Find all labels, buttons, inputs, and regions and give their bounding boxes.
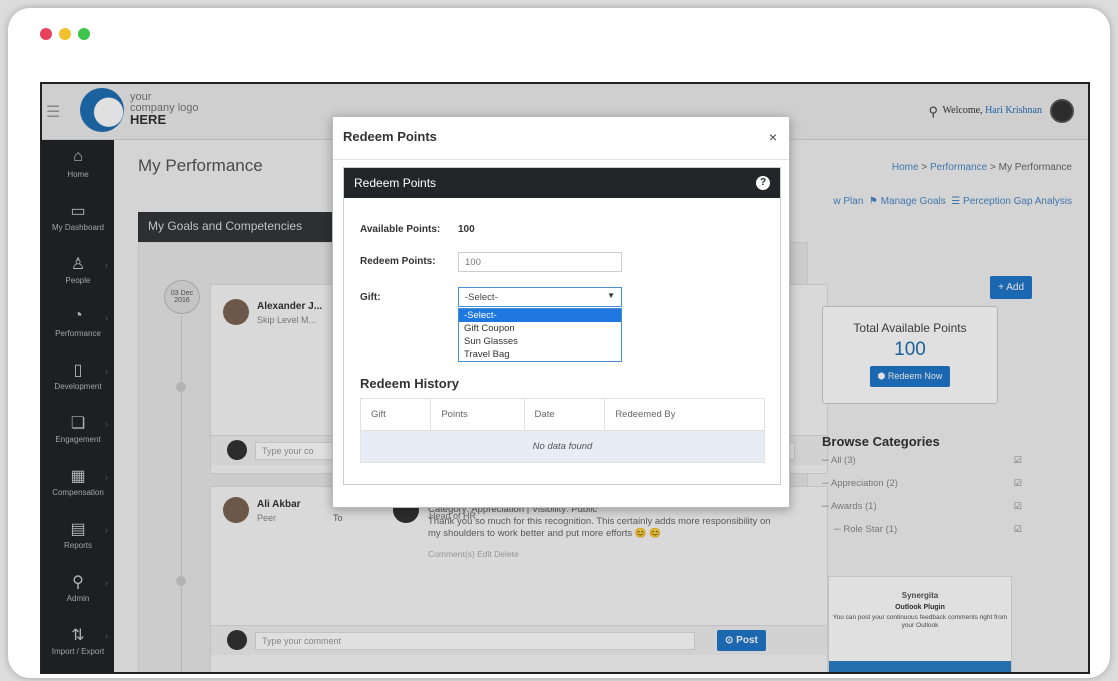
panel-header: Redeem Points ? (344, 168, 780, 198)
gift-select[interactable]: -Select- ▼ (458, 287, 622, 307)
gift-label: Gift: (360, 292, 381, 303)
window-controls (40, 28, 90, 40)
minimize-window-dot[interactable] (59, 28, 71, 40)
gift-option[interactable]: -Select- (459, 309, 621, 322)
close-icon[interactable]: × (769, 129, 777, 145)
close-window-dot[interactable] (40, 28, 52, 40)
gift-option[interactable]: Travel Bag (459, 348, 621, 361)
table-row: No data found (360, 430, 765, 463)
table-header-row: Gift Points Date Redeemed By (359, 398, 765, 431)
available-points-value: 100 (458, 224, 475, 235)
window-frame: ☰ your company logo HERE ⚲ Welcome, Hari… (8, 8, 1110, 678)
redeem-points-input[interactable] (458, 252, 622, 272)
redeem-points-label: Redeem Points: (360, 256, 436, 267)
column-header-points[interactable]: Points (430, 398, 525, 431)
redeem-history-title: Redeem History (360, 376, 459, 391)
redeem-panel: Redeem Points ? Available Points: 100 Re… (343, 167, 781, 485)
empty-table-message: No data found (360, 430, 765, 463)
maximize-window-dot[interactable] (78, 28, 90, 40)
gift-selected-value: -Select- (465, 292, 498, 303)
dropdown-arrow-icon: ▼ (607, 291, 615, 300)
panel-title: Redeem Points (354, 176, 437, 190)
modal-title: Redeem Points (343, 129, 437, 144)
gift-option[interactable]: Gift Coupon (459, 322, 621, 335)
redeem-points-modal: Redeem Points × Redeem Points ? Availabl… (332, 116, 790, 508)
gift-option[interactable]: Sun Glasses (459, 335, 621, 348)
column-header-redeemed-by[interactable]: Redeemed By (604, 398, 765, 431)
column-header-gift[interactable]: Gift (359, 398, 432, 431)
gift-dropdown-list: -Select- Gift Coupon Sun Glasses Travel … (458, 308, 622, 362)
redeem-history-table: Gift Points Date Redeemed By No data fou… (359, 398, 765, 463)
modal-divider (333, 159, 789, 160)
column-header-date[interactable]: Date (523, 398, 606, 431)
help-icon[interactable]: ? (756, 176, 770, 190)
app-screen: ☰ your company logo HERE ⚲ Welcome, Hari… (40, 82, 1090, 674)
available-points-label: Available Points: (360, 224, 441, 235)
